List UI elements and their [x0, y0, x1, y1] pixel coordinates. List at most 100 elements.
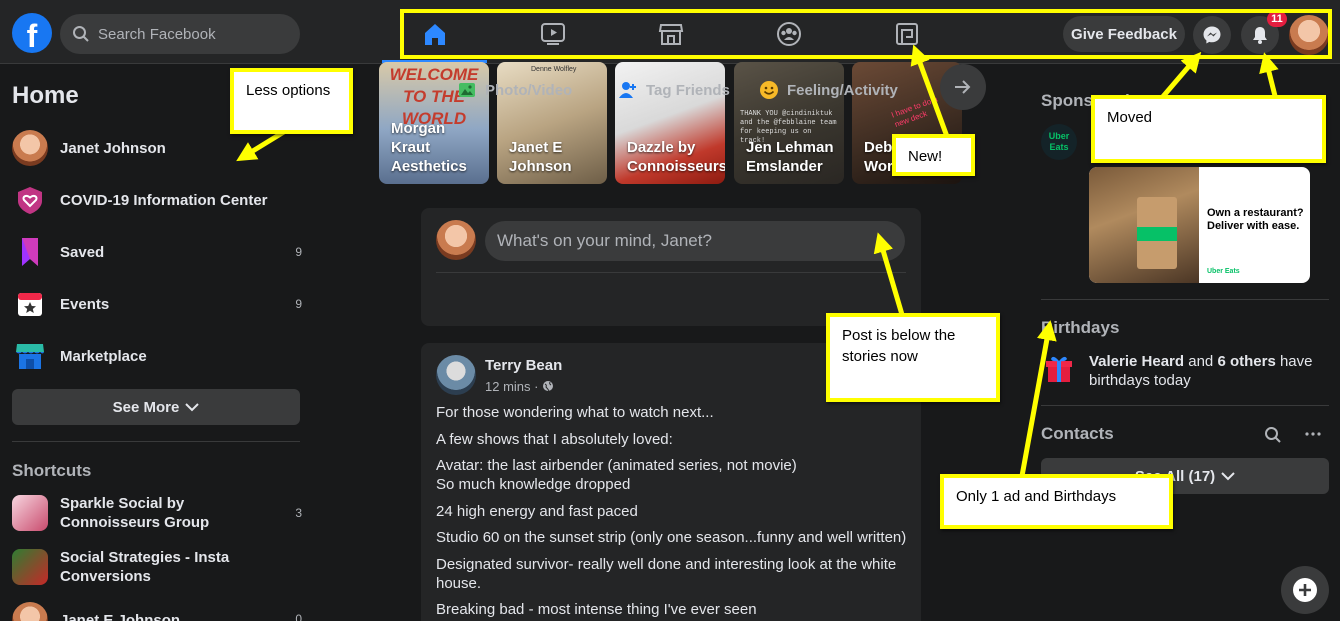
shortcut-item[interactable]: Sparkle Social by Connoisseurs Group 3 [12, 494, 302, 532]
shortcut-thumbnail [12, 495, 48, 531]
sidebar-divider [12, 441, 300, 442]
feeling-activity-button[interactable]: Feeling/Activity [759, 80, 898, 100]
page-title: Home [12, 82, 79, 109]
post-text-line: A few shows that I absolutely loved: [436, 431, 673, 448]
story-author: Jen Lehman Emslander [746, 139, 834, 175]
birthday-others: 6 others [1217, 353, 1276, 370]
post-text-line: Breaking bad - most intense thing I've e… [436, 601, 757, 618]
more-options-icon[interactable] [1305, 432, 1321, 436]
delivery-bag-shape [1137, 197, 1177, 269]
ad-photo [1089, 167, 1199, 283]
sidebar-item-marketplace[interactable]: Marketplace [12, 334, 302, 378]
shortcut-label: Janet E Johnson [60, 611, 181, 621]
shortcut-thumbnail [12, 602, 48, 621]
birthday-name: Valerie Heard [1089, 353, 1185, 370]
post-author-name[interactable]: Terry Bean [485, 357, 562, 374]
birthdays-heading: Birthdays [1041, 318, 1120, 337]
sidebar-item-count: 9 [295, 245, 302, 259]
plus-circle-icon [1293, 578, 1317, 602]
annotation-post-below-stories: Post is below the stories now [826, 313, 1000, 402]
ad-advertiser-logo[interactable]: Uber Eats [1041, 124, 1077, 160]
smiley-icon [760, 81, 778, 99]
sidebar-item-events[interactable]: Events 9 [12, 282, 302, 326]
post-time-label: 12 mins · [485, 379, 543, 394]
annotation-less-options: Less options [230, 68, 353, 134]
birthday-and: and [1184, 353, 1218, 370]
annotation-highlight-box [400, 9, 1332, 59]
arrow-moved-notifications [1259, 52, 1279, 103]
story-image-text: Denne Wolfley [531, 66, 577, 73]
post-text-line: house. [436, 575, 482, 592]
tag-friends-label: Tag Friends [646, 81, 730, 99]
ad-brand: Uber Eats [1207, 268, 1240, 275]
arrow-moved-messenger [1157, 51, 1202, 103]
whats-on-your-mind-input[interactable]: What's on your mind, Janet? [485, 221, 905, 261]
contacts-heading: Contacts [1041, 424, 1114, 443]
shortcut-item[interactable]: Janet E Johnson 0 [12, 602, 302, 621]
create-post-composer: What's on your mind, Janet? [421, 208, 921, 326]
story-author: Dazzle by Connoisseurs [627, 139, 725, 175]
story-author: Janet E Johnson [509, 139, 572, 175]
arrow-only-one-ad [1019, 320, 1057, 479]
sponsored-ad-image[interactable]: Own a restaurant? Deliver with ease. Ube… [1089, 167, 1310, 283]
post-timestamp[interactable]: 12 mins · [485, 379, 554, 394]
composer-divider [436, 272, 906, 273]
post-text-line: For those wondering what to watch next..… [436, 404, 714, 421]
search-placeholder: Search Facebook [98, 25, 216, 43]
story-image-text: I have to do a new deck [890, 94, 939, 130]
annotation-only-one-ad: Only 1 ad and Birthdays [940, 474, 1173, 529]
bookmark-icon [12, 234, 48, 270]
calendar-star-icon [12, 286, 48, 322]
ad-headline: Own a restaurant? Deliver with ease. [1207, 207, 1304, 232]
search-input[interactable]: Search Facebook [60, 14, 300, 54]
search-icon [73, 26, 89, 42]
shortcut-count: 0 [295, 612, 302, 621]
sidebar-item-label: Marketplace [60, 347, 147, 365]
shortcut-thumbnail [12, 549, 48, 585]
shortcuts-heading: Shortcuts [12, 461, 92, 480]
tag-friends-icon [619, 82, 636, 98]
sidebar-item-label: Saved [60, 243, 105, 261]
sidebar-item-label: Janet Johnson [60, 139, 166, 157]
contacts-search-icon[interactable] [1264, 426, 1282, 444]
right-divider [1041, 405, 1329, 406]
right-divider [1041, 299, 1329, 300]
shop-icon [12, 338, 48, 374]
globe-icon [543, 381, 554, 392]
post-text-line: 24 high energy and fast paced [436, 503, 638, 520]
profile-avatar [12, 130, 48, 166]
shortcut-item[interactable]: Social Strategies - Insta Conversions [12, 548, 302, 586]
gift-icon [1046, 356, 1072, 382]
bag-stripe [1137, 227, 1177, 241]
sidebar-item-covid[interactable]: COVID-19 Information Center [12, 178, 302, 222]
sidebar-item-saved[interactable]: Saved 9 [12, 230, 302, 274]
shortcut-count: 3 [295, 506, 302, 520]
annotation-moved: Moved [1091, 95, 1326, 163]
sidebar-item-count: 9 [295, 297, 302, 311]
composer-avatar [436, 220, 476, 260]
new-message-button[interactable] [1281, 566, 1329, 614]
covid-heart-icon [12, 182, 48, 218]
photo-video-label: Photo/Video [485, 81, 573, 99]
sidebar-item-label: COVID-19 Information Center [60, 191, 268, 209]
see-more-label: See More [112, 398, 180, 416]
annotation-new: New! [892, 134, 975, 176]
shortcut-label: Social Strategies - Insta Conversions [60, 549, 230, 585]
photo-video-button[interactable]: Photo/Video [457, 80, 572, 100]
see-more-button[interactable]: See More [12, 389, 300, 425]
arrow-right-icon [955, 80, 971, 94]
post-text-line: Studio 60 on the sunset strip (only one … [436, 529, 907, 546]
sidebar-item-label: Events [60, 295, 110, 313]
shortcut-label: Sparkle Social by Connoisseurs Group [60, 495, 210, 531]
stories-next-button[interactable] [940, 64, 986, 110]
chevron-down-icon [185, 403, 200, 412]
facebook-logo-icon[interactable]: f [12, 13, 52, 53]
post-text-line: So much knowledge dropped [436, 476, 631, 493]
chevron-down-icon [1221, 472, 1235, 481]
birthday-notice[interactable]: Valerie Heard and 6 others have birthday… [1089, 352, 1329, 390]
feeling-activity-label: Feeling/Activity [787, 81, 898, 99]
post-text-line: Avatar: the last airbender (animated ser… [436, 457, 797, 474]
post-text-line: Designated survivor- really well done an… [436, 556, 897, 573]
post-author-avatar[interactable] [436, 355, 476, 395]
tag-friends-button[interactable]: Tag Friends [618, 80, 730, 100]
